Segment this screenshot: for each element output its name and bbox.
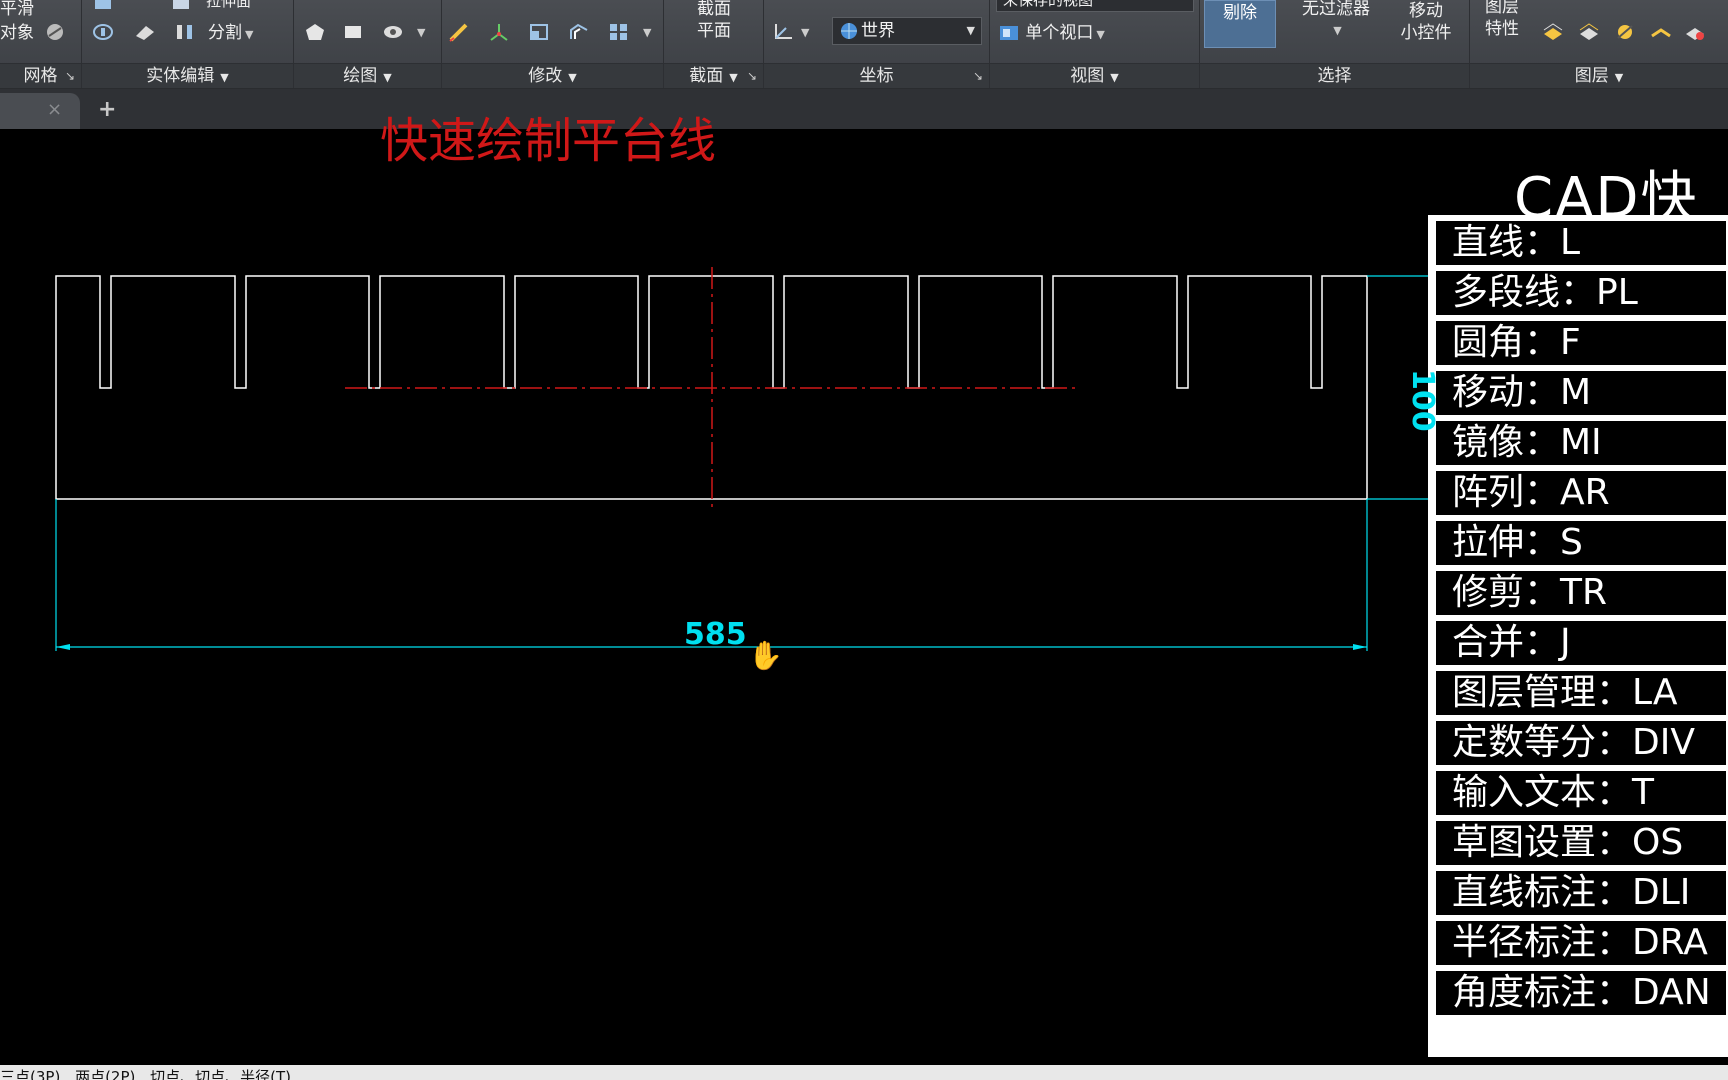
section-plane-button[interactable]: 截面 平面: [664, 0, 764, 42]
command-option[interactable]: 切点、切点、半径(T): [150, 1068, 291, 1080]
shortcut-item: 直线：L: [1436, 221, 1726, 265]
shortcut-item: 直线标注：DLI: [1436, 871, 1726, 915]
rectangle-icon[interactable]: [342, 22, 364, 42]
layer-lock-icon[interactable]: [1650, 22, 1672, 42]
group-layers: 图层 特性 图层 ▼: [1470, 0, 1728, 88]
no-filter-button[interactable]: 无过滤器 ▼: [1286, 0, 1386, 42]
shortcut-item: 圆角：F: [1436, 321, 1726, 365]
group-label-modify[interactable]: 修改 ▼: [442, 63, 663, 88]
shortcut-item: 多段线：PL: [1436, 271, 1726, 315]
pan-hand-icon: ✋: [748, 639, 783, 672]
imprint-icon[interactable]: [134, 22, 156, 42]
close-tab-icon[interactable]: ×: [47, 99, 62, 120]
command-line[interactable]: 三点(3P) 两点(2P) 切点、切点、半径(T): [0, 1065, 1728, 1080]
extrude-face-icon[interactable]: [92, 0, 114, 14]
group-label-layers[interactable]: 图层 ▼: [1470, 63, 1728, 88]
dim-arrow-right: [1353, 644, 1367, 650]
group-view: 未保存的视图 单个视口 ▼ 视图 ▼: [990, 0, 1200, 88]
ucs-icon[interactable]: [772, 22, 794, 42]
offset-icon[interactable]: [568, 22, 590, 42]
smooth-object-label[interactable]: 平滑: [0, 0, 34, 22]
shortcut-item: 半径标注：DRA: [1436, 921, 1726, 965]
shortcut-item: 输入文本：T: [1436, 771, 1726, 815]
dimension-text-vertical[interactable]: 100: [1405, 369, 1440, 432]
pencil-edit-icon[interactable]: [448, 22, 470, 42]
dim-arrow-left: [56, 644, 70, 650]
layer-properties-button[interactable]: 图层 特性: [1470, 0, 1534, 40]
group-coords: ▼ 世界 ▼ 坐标 ↘: [764, 0, 990, 88]
smooth-icon[interactable]: [44, 22, 66, 42]
split-label[interactable]: 分割 ▼: [208, 20, 253, 46]
shortcut-item: 阵列：AR: [1436, 471, 1726, 515]
shortcut-item: 移动：M: [1436, 371, 1726, 415]
group-label-solid-edit[interactable]: 实体编辑 ▼: [82, 63, 293, 88]
document-tab-bar: × +: [0, 89, 1728, 129]
layer-on-icon[interactable]: [1542, 22, 1564, 42]
document-tab[interactable]: ×: [0, 93, 80, 129]
move-gizmo-button[interactable]: 移动 小控件: [1386, 0, 1466, 44]
viewport-select[interactable]: 单个视口 ▼: [998, 20, 1105, 46]
shortcut-item: 角度标注：DAN: [1436, 971, 1726, 1015]
ucs-dropdown-icon[interactable]: ▼: [801, 26, 809, 39]
group-label-section[interactable]: 截面 ▼ ↘: [664, 63, 763, 88]
group-mesh: 平滑 对象 网格 ↘: [0, 0, 82, 88]
shell-icon[interactable]: [92, 22, 114, 42]
group-label-draw[interactable]: 绘图 ▼: [294, 63, 441, 88]
modify-more-icon[interactable]: ▼: [643, 26, 651, 39]
group-draw: ▼ 绘图 ▼: [294, 0, 442, 88]
command-option[interactable]: 两点(2P): [75, 1068, 135, 1080]
ucs-select[interactable]: 世界 ▼: [832, 17, 982, 45]
draw-more-icon[interactable]: ▼: [417, 26, 425, 39]
split-icon[interactable]: [174, 22, 196, 42]
new-tab-button[interactable]: +: [98, 97, 116, 122]
group-section: 截面 平面 截面 ▼ ↘: [664, 0, 764, 88]
group-label-view[interactable]: 视图 ▼: [990, 63, 1199, 88]
dimension-text-horizontal[interactable]: 585: [684, 617, 747, 652]
ribbon: 平滑 对象 网格 ↘ 拉伸面 分割 ▼ 实体编辑 ▼ ▼ 绘图 ▼ ▼ 修改 ▼ 截面: [0, 0, 1728, 89]
group-label-coords[interactable]: 坐标 ↘: [764, 63, 989, 88]
polygon-icon[interactable]: [304, 22, 326, 42]
layer-match-icon[interactable]: [1684, 22, 1706, 42]
layer-isolate-icon[interactable]: [1578, 22, 1600, 42]
shortcut-item: 修剪：TR: [1436, 571, 1726, 615]
shortcut-item: 合并：J: [1436, 621, 1726, 665]
shortcut-item: 草图设置：OS: [1436, 821, 1726, 865]
shortcut-panel: 直线：L 多段线：PL 圆角：F 移动：M 镜像：MI 阵列：AR 拉伸：S 修…: [1428, 215, 1728, 1057]
move-3d-icon[interactable]: [488, 22, 510, 42]
shortcut-item: 拉伸：S: [1436, 521, 1726, 565]
shortcut-item: 定数等分：DIV: [1436, 721, 1726, 765]
command-option[interactable]: 三点(3P): [0, 1068, 60, 1080]
extrude-face-label[interactable]: 拉伸面: [206, 0, 251, 14]
layer-freeze-icon[interactable]: [1614, 22, 1636, 42]
shortcut-item: 镜像：MI: [1436, 421, 1726, 465]
drawing-canvas[interactable]: 快速绘制平台线 CAD快 585 ✋ 直线：L 多段线：PL 圆角：F 移动：M…: [0, 113, 1728, 1065]
array-icon[interactable]: [608, 22, 630, 42]
viewport-icon: [998, 23, 1020, 43]
group-label-mesh[interactable]: 网格 ↘: [0, 63, 81, 88]
extrude-face-2-icon[interactable]: [170, 0, 192, 14]
group-label-select: 选择: [1200, 63, 1469, 88]
group-modify: ▼ 修改 ▼: [442, 0, 664, 88]
scale-icon[interactable]: [528, 22, 550, 42]
saved-view-select[interactable]: 未保存的视图: [996, 0, 1194, 12]
group-solid-edit: 拉伸面 分割 ▼ 实体编辑 ▼: [82, 0, 294, 88]
revolve-icon[interactable]: [382, 22, 404, 42]
cull-button[interactable]: 剔除: [1204, 0, 1276, 48]
shortcut-item: 图层管理：LA: [1436, 671, 1726, 715]
globe-icon: [839, 21, 861, 41]
object-label[interactable]: 对象: [0, 20, 34, 46]
group-select: 剔除 无过滤器 ▼ 移动 小控件 选择: [1200, 0, 1470, 88]
